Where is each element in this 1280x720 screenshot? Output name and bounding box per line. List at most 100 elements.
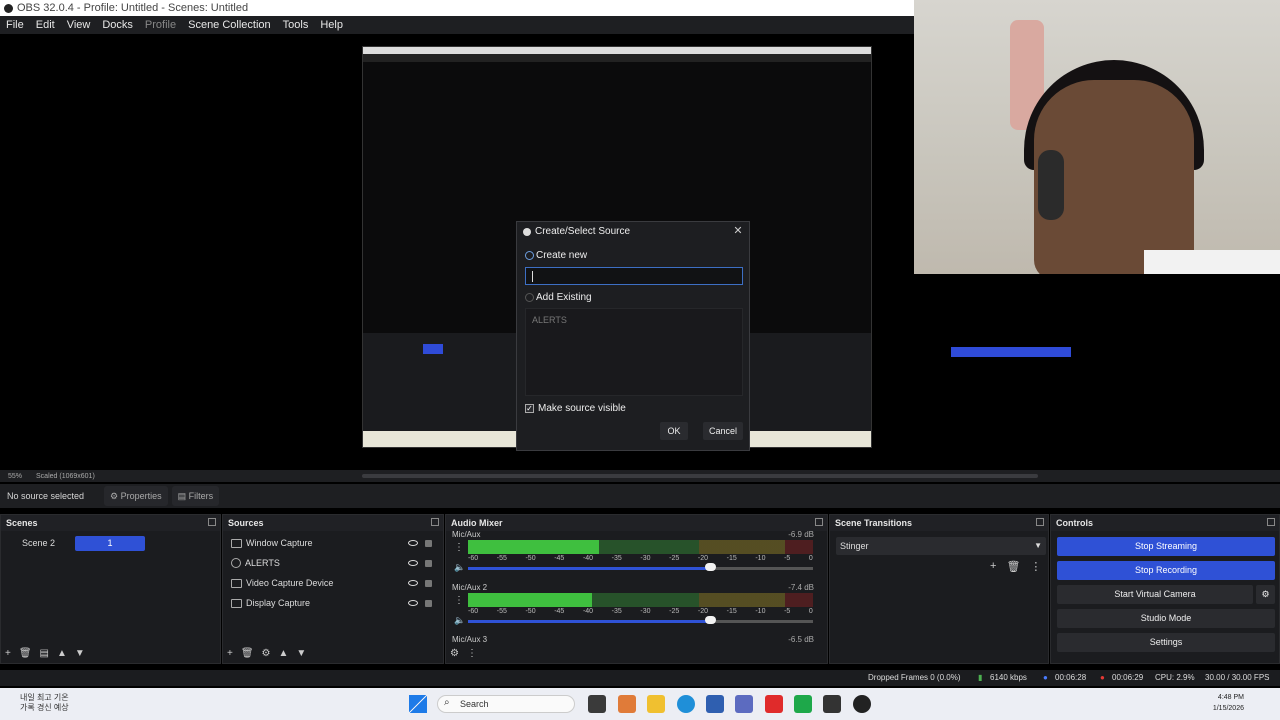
list-item[interactable]: ALERTS — [532, 315, 567, 325]
lock-icon[interactable] — [425, 539, 432, 547]
chevron-up-icon[interactable]: ▲ — [57, 648, 67, 659]
file-explorer-icon[interactable] — [647, 695, 665, 713]
eye-icon[interactable] — [408, 600, 418, 606]
volume-slider[interactable] — [468, 620, 813, 623]
scale-tick-label: -50 — [525, 555, 536, 562]
menu-tools[interactable]: Tools — [277, 19, 315, 31]
start-virtual-camera-button[interactable]: Start Virtual Camera — [1057, 585, 1253, 604]
menu-dots-icon[interactable]: ⋮ — [467, 648, 477, 659]
stop-streaming-button[interactable]: Stop Streaming — [1057, 537, 1275, 556]
scale-tick-label: 0 — [808, 555, 813, 562]
chevron-down-icon: ▼ — [1034, 541, 1042, 550]
menu-file[interactable]: File — [0, 19, 30, 31]
lock-icon[interactable] — [425, 559, 432, 567]
source-item-alerts[interactable]: ALERTS — [226, 554, 438, 572]
create-new-radio[interactable]: Create new — [525, 250, 587, 261]
source-item-video-capture[interactable]: Video Capture Device — [226, 574, 438, 592]
filter-icon[interactable]: ▤ — [40, 648, 49, 659]
scale-tick-label: -45 — [554, 555, 565, 562]
plus-icon[interactable]: + — [227, 648, 233, 659]
trash-icon[interactable]: 🗑 — [241, 648, 254, 659]
properties-button[interactable]: ⚙ Properties — [104, 486, 168, 506]
scene-item[interactable]: Scene 2 — [4, 536, 72, 550]
scale-tick-label: -10 — [755, 608, 766, 615]
eye-icon[interactable] — [408, 560, 418, 566]
menu-dots-icon[interactable]: ⋮ — [454, 542, 464, 553]
undock-icon[interactable] — [431, 518, 439, 526]
taskbar-search[interactable]: Search — [437, 695, 575, 713]
trash-icon[interactable]: 🗑 — [19, 648, 32, 659]
menu-dots-icon[interactable]: ⋮ — [1030, 560, 1041, 573]
source-item-display-capture[interactable]: Display Capture — [226, 594, 438, 612]
news-line-2: 가록 경신 예상 — [20, 703, 69, 712]
make-visible-checkbox[interactable]: ✓ Make source visible — [525, 403, 626, 414]
undock-icon[interactable] — [1267, 518, 1275, 526]
chevron-down-icon[interactable]: ▼ — [296, 648, 306, 659]
audio-mixer-header: Audio Mixer — [446, 515, 827, 531]
chevron-down-icon[interactable]: ▼ — [75, 648, 85, 659]
steam-icon[interactable] — [823, 695, 841, 713]
virtual-camera-settings-icon[interactable]: ⚙ — [1256, 585, 1275, 604]
news-widget[interactable]: 내일 최고 기온 가록 경신 예상 — [20, 693, 110, 713]
chevron-up-icon[interactable]: ▲ — [279, 648, 289, 659]
undock-icon[interactable] — [815, 518, 823, 526]
zoom-level[interactable]: 55% — [8, 473, 22, 480]
volume-slider-handle[interactable] — [704, 616, 716, 624]
menu-scene-collection[interactable]: Scene Collection — [182, 19, 277, 31]
store-icon[interactable] — [706, 695, 724, 713]
source-label: Display Capture — [246, 598, 311, 608]
undock-icon[interactable] — [1036, 518, 1044, 526]
volume-slider[interactable] — [468, 567, 813, 570]
ok-button[interactable]: OK — [660, 422, 688, 440]
lock-icon[interactable] — [425, 599, 432, 607]
source-name-input[interactable] — [525, 267, 743, 285]
preview-scrollbar[interactable] — [362, 474, 1038, 478]
search-icon: ⌕ — [444, 697, 450, 708]
scale-tick-label: 0 — [808, 608, 813, 615]
transition-select[interactable]: Stinger ▼ — [836, 537, 1046, 555]
settings-button[interactable]: Settings — [1057, 633, 1275, 652]
menu-view[interactable]: View — [61, 19, 97, 31]
eye-icon[interactable] — [408, 580, 418, 586]
undock-icon[interactable] — [208, 518, 216, 526]
volume-meter — [468, 540, 813, 554]
speaker-icon[interactable]: 🔈 — [454, 562, 465, 573]
system-clock[interactable]: 4:48 PM 1/15/2026 — [1213, 692, 1244, 714]
copilot-icon[interactable] — [618, 695, 636, 713]
source-item-window-capture[interactable]: Window Capture — [226, 534, 438, 552]
volume-slider-handle[interactable] — [704, 563, 716, 571]
menu-profile[interactable]: Profile — [139, 19, 182, 31]
meter-scale: -60 -55 -50 -45 -40 -35 -30 -25 -20 -15 -10 -5 0 — [468, 608, 813, 615]
gear-icon[interactable]: ⚙ — [262, 648, 271, 659]
menu-help[interactable]: Help — [314, 19, 349, 31]
studio-mode-button[interactable]: Studio Mode — [1057, 609, 1275, 628]
speaker-icon[interactable]: 🔈 — [454, 615, 465, 626]
scale-tick-label: -20 — [697, 608, 708, 615]
filters-button[interactable]: ▤ Filters — [171, 486, 220, 506]
green-app-icon[interactable] — [794, 695, 812, 713]
scaled-size[interactable]: Scaled (1069x601) — [36, 473, 95, 480]
lock-icon[interactable] — [425, 579, 432, 587]
add-existing-radio[interactable]: Add Existing — [525, 292, 592, 303]
obs-taskbar-icon[interactable] — [853, 695, 871, 713]
menu-docks[interactable]: Docks — [96, 19, 139, 31]
plus-icon[interactable]: + — [990, 560, 996, 573]
outlook-icon[interactable] — [735, 695, 753, 713]
scale-tick-label: -25 — [669, 608, 680, 615]
menu-dots-icon[interactable]: ⋮ — [454, 595, 464, 606]
eye-icon[interactable] — [408, 540, 418, 546]
windows-start-icon[interactable] — [409, 695, 427, 713]
cancel-button[interactable]: Cancel — [703, 422, 743, 440]
existing-sources-list[interactable]: ALERTS — [525, 308, 743, 396]
channel-name: Mic/Aux 2 — [452, 583, 488, 592]
plus-icon[interactable]: + — [5, 648, 11, 659]
edge-icon[interactable] — [677, 695, 695, 713]
task-view-icon[interactable] — [588, 695, 606, 713]
close-icon[interactable]: ✕ — [731, 224, 745, 238]
cpu-usage: CPU: 2.9% — [1155, 673, 1195, 682]
trash-icon[interactable]: 🗑 — [1006, 560, 1020, 573]
menu-edit[interactable]: Edit — [30, 19, 61, 31]
stop-recording-button[interactable]: Stop Recording — [1057, 561, 1275, 580]
gear-icon[interactable]: ⚙ — [450, 648, 459, 659]
video-app-icon[interactable] — [765, 695, 783, 713]
